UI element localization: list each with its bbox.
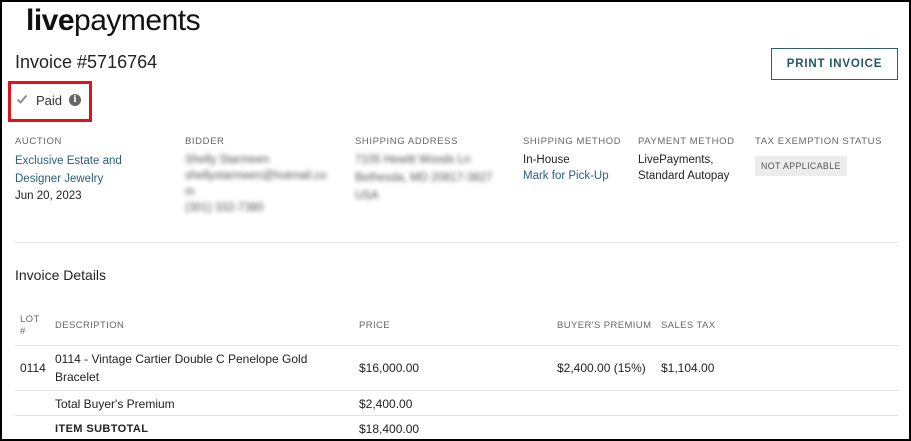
payment-method-line2: Standard Autopay: [638, 170, 730, 182]
row-buyers-premium: $2,400.00 (15%): [557, 361, 646, 375]
price-header: PRICE: [359, 320, 391, 331]
livepayments-logo: live payments: [26, 4, 201, 40]
premium-header: BUYER'S PREMIUM: [557, 320, 652, 331]
shipping-method-header: SHIPPING METHOD: [523, 136, 622, 147]
logo-light-text: payments: [74, 4, 201, 37]
invoice-details-title: Invoice Details: [15, 267, 107, 283]
paid-label: Paid: [36, 93, 63, 108]
auction-name-link-line2[interactable]: Designer Jewelry: [15, 171, 103, 189]
item-subtotal-label: ITEM SUBTOTAL: [55, 423, 149, 435]
bidder-name: Shelly Starmeen: [185, 154, 270, 166]
lot-header-line1: LOT: [20, 314, 40, 325]
row-lot: 0114: [20, 361, 46, 375]
address-country: USA: [355, 190, 379, 202]
row-sales-tax: $1,104.00: [661, 361, 715, 375]
lot-header-line2: #: [20, 326, 26, 337]
shipping-address-header: SHIPPING ADDRESS: [355, 136, 459, 147]
tax-status-header: TAX EXEMPTION STATUS: [755, 136, 883, 147]
totals-divider: [15, 415, 898, 416]
row-divider: [15, 390, 898, 391]
invoice-page: live payments Invoice #5716764 PRINT INVO…: [0, 0, 911, 441]
section-divider: [15, 242, 898, 243]
total-premium-label: Total Buyer's Premium: [55, 397, 175, 411]
shipping-method-value: In-House: [523, 154, 570, 166]
item-subtotal-value: $18,400.00: [359, 422, 420, 436]
address-street: 7105 Hewitt Woods Ln: [355, 154, 471, 166]
auction-header: AUCTION: [15, 136, 62, 147]
logo-bold-text: live: [26, 4, 75, 37]
table-header-divider: [15, 345, 898, 346]
address-city: Bethesda, MD 20817-3827: [355, 172, 493, 184]
total-premium-value: $2,400.00: [359, 397, 413, 411]
bidder-email: shellystarmeen@hotmail.co: [185, 170, 327, 182]
description-header: DESCRIPTION: [55, 320, 125, 331]
bidder-email-wrap: m: [185, 186, 195, 198]
row-description-link-line1[interactable]: 0114 - Vintage Cartier Double C Penelope…: [55, 350, 307, 368]
payment-method-header: PAYMENT METHOD: [638, 136, 735, 147]
bidder-header: BIDDER: [185, 136, 225, 147]
payment-method-line1: LivePayments,: [638, 154, 714, 166]
auction-date: Jun 20, 2023: [15, 190, 82, 202]
check-icon: [16, 94, 28, 104]
print-invoice-button[interactable]: PRINT INVOICE: [771, 48, 898, 80]
auction-name-link-line1[interactable]: Exclusive Estate and: [15, 153, 122, 171]
row-price: $16,000.00: [359, 361, 420, 375]
invoice-title: Invoice #5716764: [15, 52, 158, 72]
paid-checkbox[interactable]: [16, 93, 28, 105]
tax-status-badge: NOT APPLICABLE: [755, 156, 847, 176]
mark-for-pickup-link[interactable]: Mark for Pick-Up: [523, 168, 609, 186]
bidder-phone: (301) 332-7380: [185, 202, 264, 214]
info-icon[interactable]: i: [69, 94, 81, 106]
sales-tax-header: SALES TAX: [661, 320, 716, 331]
row-description-link-line2[interactable]: Bracelet: [55, 368, 99, 386]
